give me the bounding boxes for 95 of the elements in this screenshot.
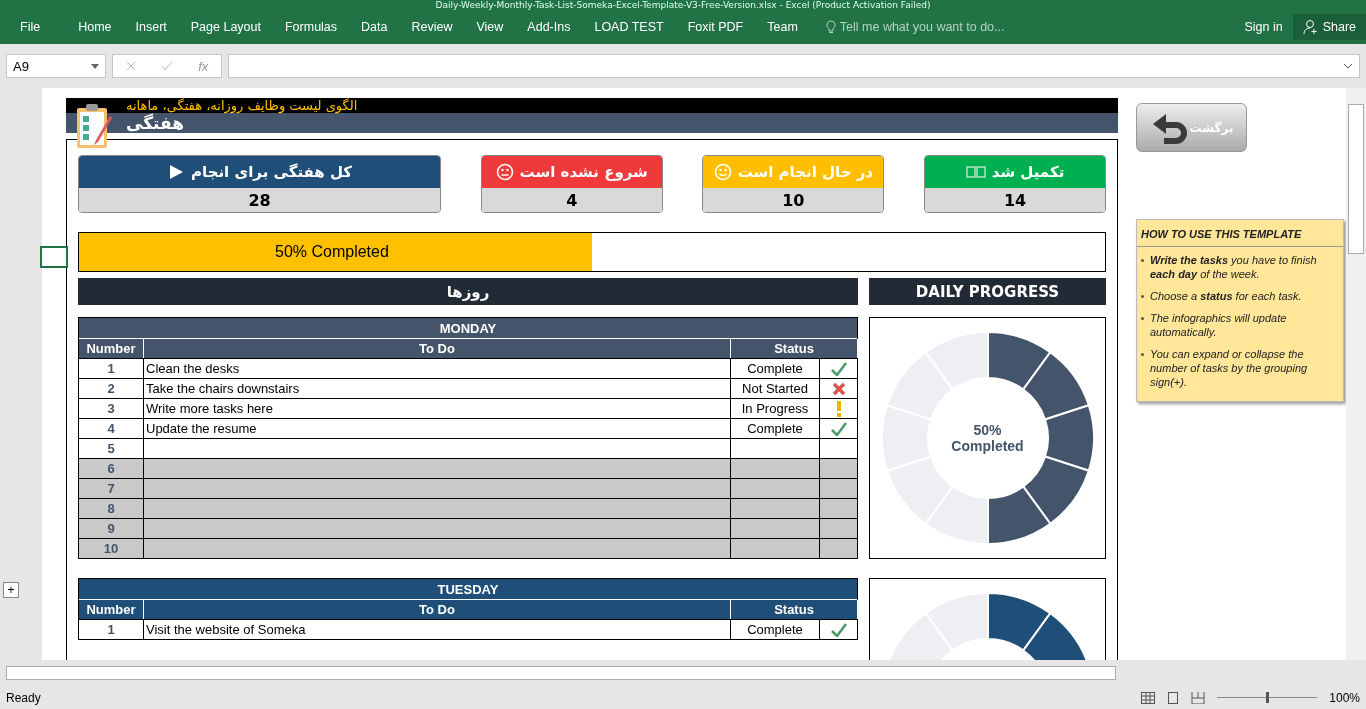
note-item: The infographics will update automatically. [1150,311,1288,339]
ribbon-tab[interactable]: Team [755,20,810,34]
person-add-icon [1302,19,1319,35]
page-layout-icon[interactable] [1167,691,1180,704]
share-button[interactable]: Share [1292,14,1366,40]
chart-center-label: 50% Completed [951,422,1024,454]
status-cell: Not Started [731,378,820,398]
bullet-icon [1141,259,1144,262]
ribbon-tab[interactable]: View [464,20,516,34]
subtitle: الگوی لیست وظایف روزانه، هفتگی، ماهانه [126,98,358,113]
card-count: 28 [79,188,441,212]
task-cell: Update the resume [144,418,731,438]
lightbulb-icon [825,20,836,34]
ribbon-tab[interactable]: Page Layout [178,20,273,34]
tell-me-field[interactable]: Tell me what you want to do... [825,20,1005,34]
page-title: هفتگی [66,113,1118,133]
zoom-level: 100% [1329,690,1360,705]
name-box[interactable]: A9 [6,54,106,78]
cross-icon [831,381,846,396]
status-cell: Complete [731,619,820,639]
number-cell: 4 [79,418,144,438]
ribbon-tab[interactable]: Foxit PDF [675,20,756,34]
zoom-thumb[interactable] [1266,692,1270,703]
sign-in-link[interactable]: Sign in [1244,20,1283,34]
number-cell: 3 [79,398,144,418]
normal-view-icon[interactable] [1141,691,1156,704]
column-header: To Do [144,339,731,358]
column-header: To Do [144,600,731,619]
card-label: شروع نشده است [519,163,648,181]
number-cell: 8 [79,498,144,518]
bullet-icon [1141,317,1144,320]
number-cell: 6 [79,458,144,478]
card-label: در حال انجام است [737,163,874,181]
ribbon-tab[interactable]: Formulas [272,20,350,34]
status-text: Ready [6,690,41,705]
ribbon-tab[interactable]: LOAD TEST [582,20,676,34]
column-header: Status [731,600,858,619]
card-count: 14 [925,188,1105,212]
formula-field[interactable] [228,54,1360,78]
note-title: HOW TO USE THIS TEMPLATE [1137,220,1343,247]
number-cell: 2 [79,378,144,398]
status-cell: Complete [731,358,820,378]
column-header: Number [79,339,144,358]
ribbon-tab[interactable]: Insert [123,20,179,34]
exclamation-icon [835,400,842,417]
note-item: Choose a status for each task. [1150,289,1302,303]
column-header: Number [79,600,144,619]
status-cell: Complete [731,418,820,438]
smiley-face-icon [713,163,732,181]
check-icon [830,361,847,376]
neutral-face-icon [495,163,514,181]
section-header: DAILY PROGRESS [869,278,1106,305]
number-cell: 7 [79,478,144,498]
card-label: کل هفتگی برای انجام [191,163,353,181]
task-cell: Clean the desks [144,358,731,378]
number-cell: 5 [79,438,144,458]
note-item: Write the tasks you have to finish each day of the week. [1150,253,1318,281]
dropdown-icon [91,63,99,69]
ribbon-tab[interactable]: Review [399,20,465,34]
task-cell: Write more tasks here [144,398,731,418]
task-cell: Take the chairs downstairs [144,378,731,398]
column-header: Status [731,339,858,358]
missing-glyph-icon [965,166,986,178]
card-count: 10 [703,188,884,212]
number-cell: 1 [79,619,144,639]
number-cell: 1 [79,358,144,378]
ribbon-tab[interactable]: Add-Ins [515,20,583,34]
page-break-icon[interactable] [1191,691,1206,704]
task-cell: Visit the website of Someka [144,619,731,639]
note-item: You can expand or collapse the number of tasks by the grouping sign(+). [1150,347,1309,389]
section-header: روزها [78,278,858,305]
check-icon [830,622,847,637]
number-cell: 10 [79,538,144,558]
check-icon [830,421,847,436]
day-header: MONDAY [79,318,857,339]
day-header: TUESDAY [79,579,857,600]
play-icon [167,163,185,181]
window-title: Daily-Weekly-Monthly-Task-List-Someka-Excel-Template-V3-Free-Version.xlsx - Excel (Product Activation Failed) [434,0,932,10]
expand-icon [1343,63,1353,69]
card-count: 4 [481,188,662,212]
selected-cell [40,246,68,268]
ribbon-tab[interactable]: File [8,20,53,34]
card-label: تکمیل شد [991,163,1065,181]
bullet-icon [1141,353,1144,356]
bullet-icon [1141,295,1144,298]
group-expand-button[interactable]: + [3,582,19,598]
insert-function-button[interactable]: fx [198,58,209,74]
ribbon-tab[interactable]: Home [66,20,124,34]
enter-icon[interactable] [160,61,173,71]
number-cell: 9 [79,518,144,538]
status-cell: In Progress [731,398,820,418]
cancel-icon[interactable] [125,61,136,71]
vertical-scrollbar[interactable] [1346,88,1366,660]
ribbon-tab[interactable]: Data [349,20,400,34]
progress-label: 50% Completed [275,243,389,261]
